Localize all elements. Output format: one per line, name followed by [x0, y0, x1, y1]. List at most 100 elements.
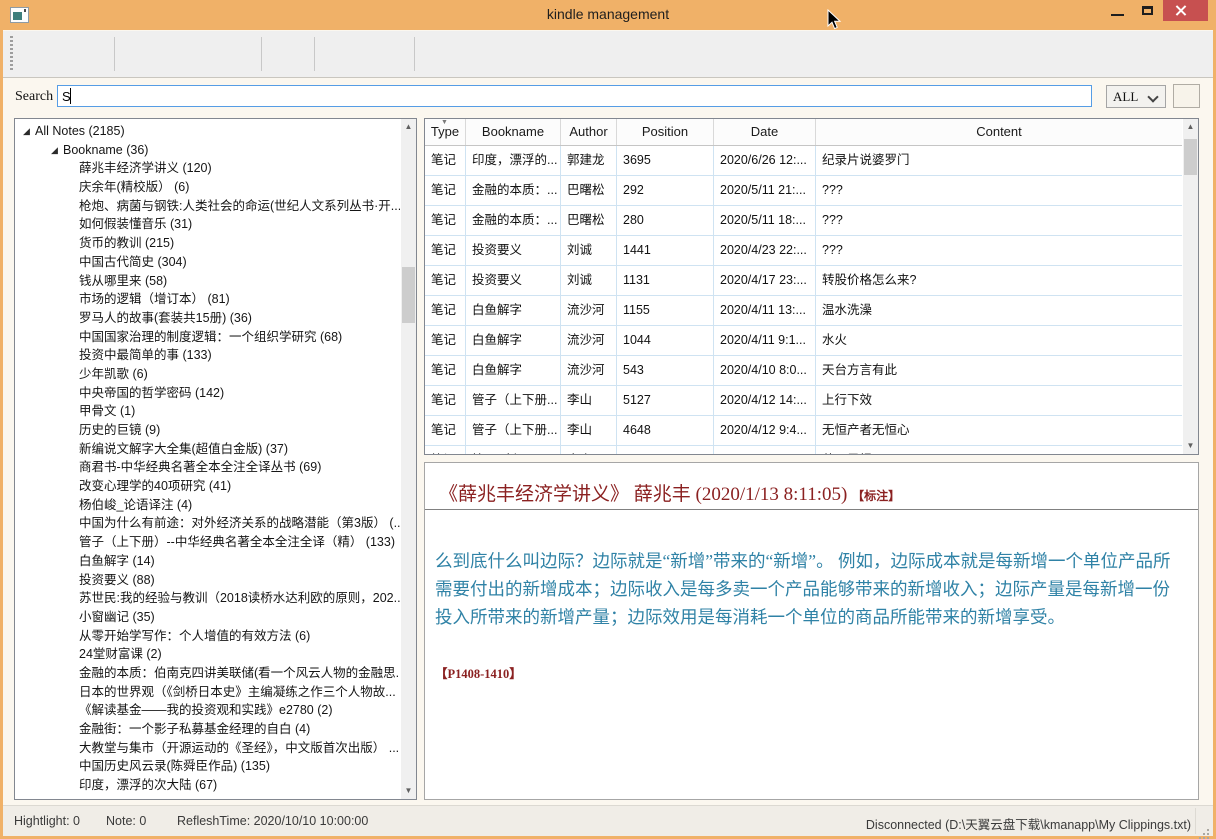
scroll-down-icon[interactable]: ▼: [401, 783, 416, 799]
search-button[interactable]: [1173, 84, 1200, 108]
table-row[interactable]: 笔记印度，漂浮的...郭建龙36952020/6/26 12:...纪录片说婆罗…: [425, 146, 1182, 176]
tree-item-book[interactable]: 《解读基金——我的投资观和实践》e2780 (2): [15, 701, 400, 720]
cell-author: 李山: [561, 446, 617, 454]
cell-type: 笔记: [425, 416, 466, 445]
table-row[interactable]: 笔记金融的本质：...巴曙松2922020/5/11 21:...???: [425, 176, 1182, 206]
cell-author: 流沙河: [561, 356, 617, 385]
toolbar-separator: [114, 37, 115, 71]
tree-book-list: 薛兆丰经济学讲义 (120)庆余年(精校版） (6)枪炮、病菌与钢铁:人类社会的…: [15, 159, 400, 794]
column-header-bookname[interactable]: Bookname: [466, 119, 561, 145]
tree-scrollbar-thumb[interactable]: [402, 267, 415, 323]
tree-item-book[interactable]: 中央帝国的哲学密码 (142): [15, 384, 400, 403]
tree-item-label: Bookname (36): [63, 143, 148, 157]
tree-item-book[interactable]: 钱从哪里来 (58): [15, 272, 400, 291]
tree-item-book[interactable]: 金融的本质：伯南克四讲美联储(看一个风云人物的金融思...: [15, 664, 400, 683]
tree-item-book[interactable]: 从零开始学写作：个人增值的有效方法 (6): [15, 627, 400, 646]
table-row[interactable]: 笔记白鱼解字流沙河10442020/4/11 9:1...水火: [425, 326, 1182, 356]
column-header-content[interactable]: Content: [816, 119, 1182, 145]
column-header-date[interactable]: Date: [714, 119, 816, 145]
tree-item-book[interactable]: 大教堂与集市（开源运动的《圣经》，中文版首次出版） ...: [15, 739, 400, 758]
tree-item-book[interactable]: 中国国家治理的制度逻辑：一个组织学研究 (68): [15, 328, 400, 347]
tree-item-book[interactable]: 24堂财富课 (2): [15, 645, 400, 664]
table-row[interactable]: 笔记管子（上下册...李山51272020/4/12 14:...上行下效: [425, 386, 1182, 416]
cell-bookname: 投资要义: [466, 236, 561, 265]
tree-item-book[interactable]: 金融街：一个影子私募基金经理的自白 (4): [15, 720, 400, 739]
tree-item-book[interactable]: 中国历史风云录(陈舜臣作品) (135): [15, 757, 400, 776]
cell-bookname: 白鱼解字: [466, 296, 561, 325]
cell-content: 无恒产者无恒心: [816, 416, 1182, 445]
cell-position: 4577: [617, 446, 714, 454]
tree-item-book[interactable]: 杨伯峻_论语译注 (4): [15, 496, 400, 515]
minimize-button[interactable]: [1104, 0, 1132, 22]
tree-item-all-notes[interactable]: ◢All Notes (2185): [15, 122, 400, 141]
table-row[interactable]: 笔记管子（上下册...李山45772020/4/12 9:4...蒙君恩报: [425, 446, 1182, 454]
tree-item-book[interactable]: 历史的巨镜 (9): [15, 421, 400, 440]
table-row[interactable]: 笔记白鱼解字流沙河11552020/4/11 13:...温水洗澡: [425, 296, 1182, 326]
chevron-down-icon: [1147, 91, 1158, 102]
note-detail-tag: 【标注】: [852, 489, 900, 503]
tree-item-book[interactable]: 货币的教训 (215): [15, 234, 400, 253]
table-row[interactable]: 笔记投资要义刘诚14412020/4/23 22:...???: [425, 236, 1182, 266]
cell-position: 3695: [617, 146, 714, 175]
tree-item-book[interactable]: 印度，漂浮的次大陆 (67): [15, 776, 400, 795]
expander-icon[interactable]: ◢: [23, 122, 35, 141]
column-header-position[interactable]: Position: [617, 119, 714, 145]
mouse-cursor-icon: [826, 9, 842, 36]
table-row[interactable]: 笔记投资要义刘诚11312020/4/17 23:...转股价格怎么来?: [425, 266, 1182, 296]
maximize-button[interactable]: [1134, 0, 1162, 22]
close-button[interactable]: [1163, 0, 1208, 21]
expander-icon[interactable]: ◢: [51, 141, 63, 160]
note-detail-title: 《薛兆丰经济学讲义》 薛兆丰 (2020/1/13 8:11:05): [439, 484, 852, 505]
cell-type: 笔记: [425, 206, 466, 235]
tree-item-book[interactable]: 新编说文解字大全集(超值白金版) (37): [15, 440, 400, 459]
table-scrollbar[interactable]: ▲ ▼: [1183, 119, 1198, 454]
tree-item-book[interactable]: 中国古代简史 (304): [15, 253, 400, 272]
filter-dropdown[interactable]: ALL: [1106, 85, 1166, 108]
cell-type: 笔记: [425, 236, 466, 265]
tree-item-book[interactable]: 投资要义 (88): [15, 571, 400, 590]
search-label: Search: [15, 89, 53, 105]
tree-scrollbar[interactable]: ▲ ▼: [401, 119, 416, 799]
tree-item-book[interactable]: 小窗幽记 (35): [15, 608, 400, 627]
cell-position: 543: [617, 356, 714, 385]
title-bar[interactable]: kindle management: [0, 0, 1216, 30]
tree-item-book[interactable]: 商君书-中华经典名著全本全注全译丛书 (69): [15, 458, 400, 477]
table-scrollbar-thumb[interactable]: [1184, 139, 1197, 175]
cell-bookname: 投资要义: [466, 266, 561, 295]
tree-item-book[interactable]: 甲骨文 (1): [15, 402, 400, 421]
scroll-up-icon[interactable]: ▲: [1183, 119, 1198, 135]
table-row[interactable]: 笔记管子（上下册...李山46482020/4/12 9:4...无恒产者无恒心: [425, 416, 1182, 446]
tree-item-book[interactable]: 薛兆丰经济学讲义 (120): [15, 159, 400, 178]
cell-date: 2020/4/12 9:4...: [714, 446, 816, 454]
tree-item-book[interactable]: 苏世民:我的经验与教训（2018读桥水达利欧的原则，202...: [15, 589, 400, 608]
cell-position: 5127: [617, 386, 714, 415]
tree-item-book[interactable]: 庆余年(精校版） (6): [15, 178, 400, 197]
cell-bookname: 管子（上下册...: [466, 416, 561, 445]
tree-item-book[interactable]: 罗马人的故事(套装共15册) (36): [15, 309, 400, 328]
maximize-icon: [1142, 6, 1153, 15]
tree-item-book[interactable]: 改变心理学的40项研究 (41): [15, 477, 400, 496]
tree-item-book[interactable]: 中国为什么有前途：对外经济关系的战略潜能（第3版） (...: [15, 514, 400, 533]
table-row[interactable]: 笔记金融的本质：...巴曙松2802020/5/11 18:...???: [425, 206, 1182, 236]
tree-item-bookname[interactable]: ◢Bookname (36): [15, 141, 400, 160]
tree-item-book[interactable]: 枪炮、病菌与钢铁:人类社会的命运(世纪人文系列丛书·开...: [15, 197, 400, 216]
tree-item-book[interactable]: 管子（上下册）--中华经典名著全本全注全译（精） (133): [15, 533, 400, 552]
tree-item-book[interactable]: 投资中最简单的事 (133): [15, 346, 400, 365]
search-input[interactable]: [57, 85, 1092, 107]
tree-item-book[interactable]: 如何假装懂音乐 (31): [15, 215, 400, 234]
column-header-author[interactable]: Author: [561, 119, 617, 145]
resize-grip-icon[interactable]: [1207, 829, 1209, 831]
text-caret: [70, 88, 71, 104]
toolbar-grip-icon[interactable]: [10, 36, 13, 72]
scroll-down-icon[interactable]: ▼: [1183, 438, 1198, 454]
cell-content: 天台方言有此: [816, 356, 1182, 385]
scroll-up-icon[interactable]: ▲: [401, 119, 416, 135]
toolbar-separator: [261, 37, 262, 71]
cell-bookname: 管子（上下册...: [466, 446, 561, 454]
tree-item-book[interactable]: 少年凯歌 (6): [15, 365, 400, 384]
table-row[interactable]: 笔记白鱼解字流沙河5432020/4/10 8:0...天台方言有此: [425, 356, 1182, 386]
tree-item-book[interactable]: 日本的世界观（《剑桥日本史》主编凝练之作三个人物故...: [15, 683, 400, 702]
tree-item-book[interactable]: 白鱼解字 (14): [15, 552, 400, 571]
cell-content: ???: [816, 176, 1182, 205]
tree-item-book[interactable]: 市场的逻辑（增订本） (81): [15, 290, 400, 309]
